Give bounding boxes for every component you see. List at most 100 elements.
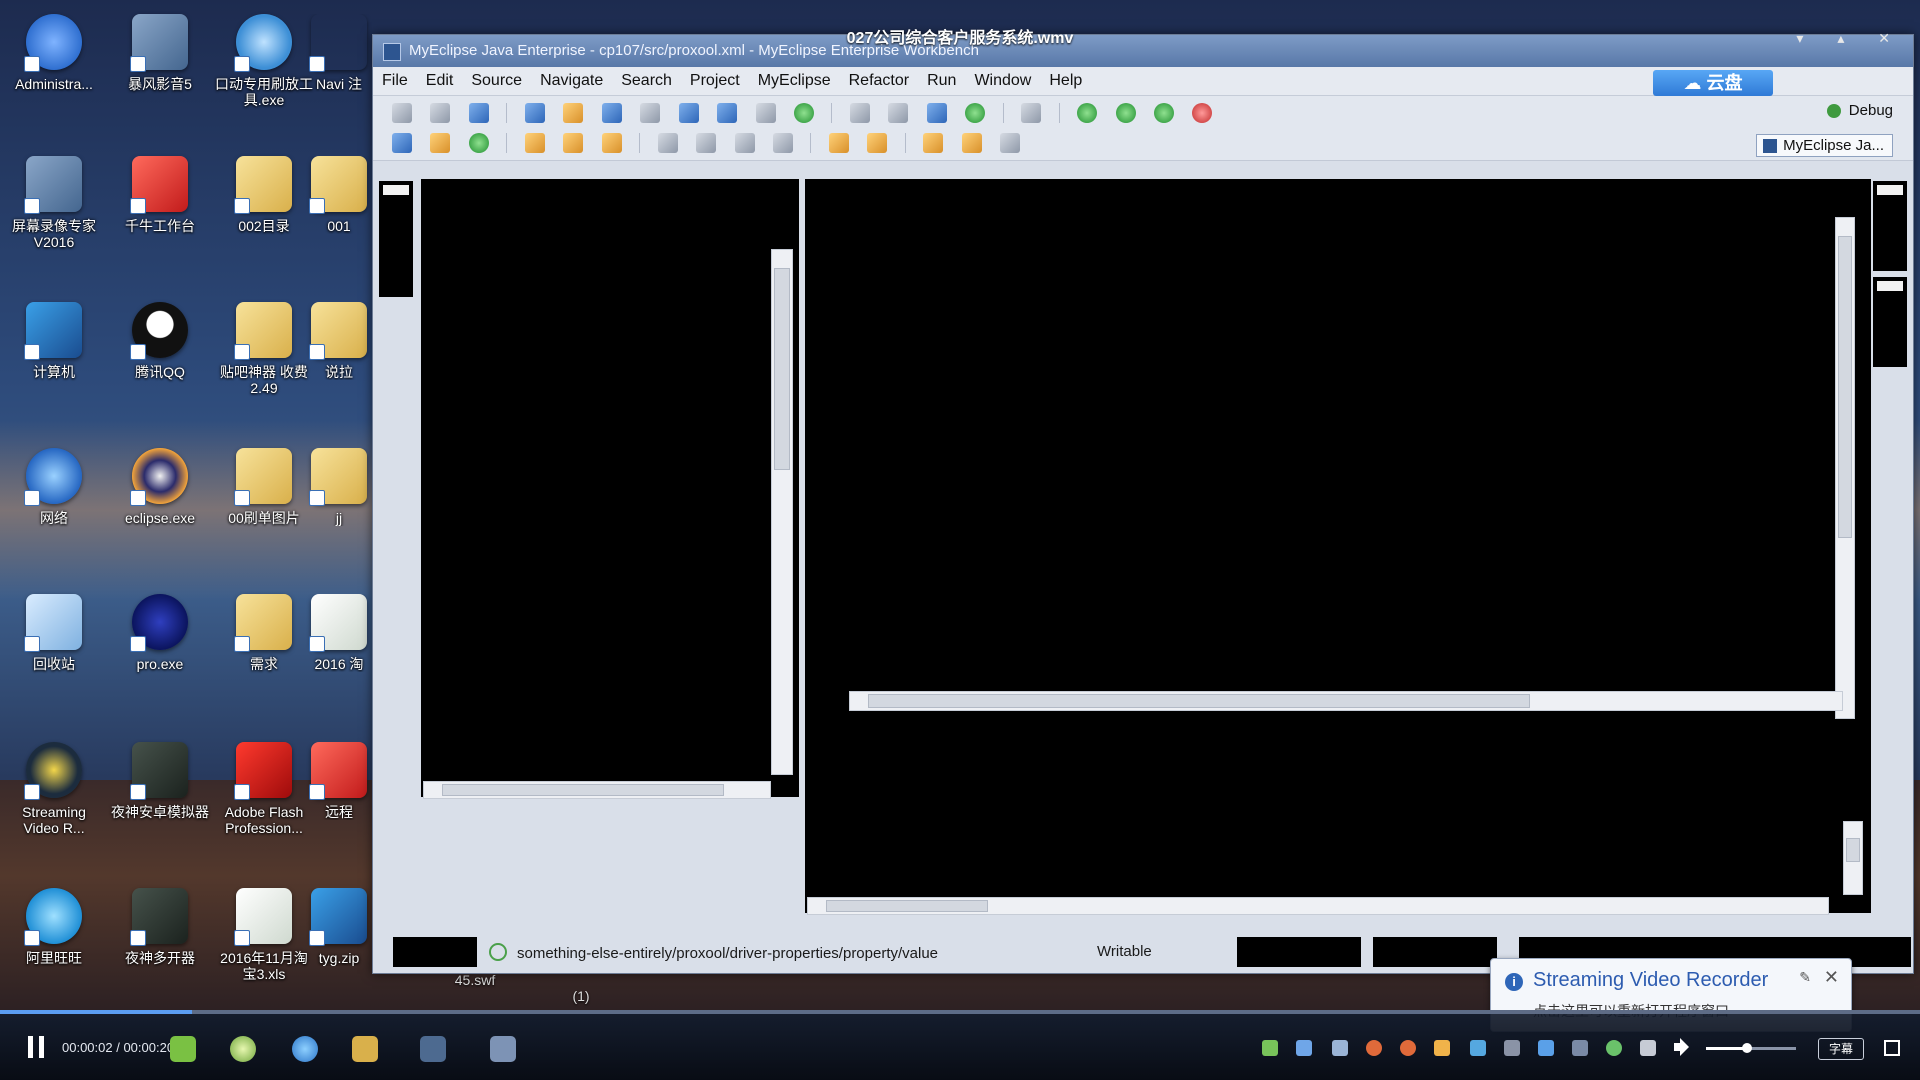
- next-annotation-icon[interactable]: [828, 133, 849, 153]
- scroll-thumb[interactable]: [868, 694, 1530, 708]
- editor-vertical-scrollbar[interactable]: [1835, 217, 1855, 719]
- fullscreen-icon[interactable]: [1884, 1040, 1900, 1056]
- desktop-icon[interactable]: 002目录: [214, 156, 314, 234]
- volume-knob[interactable]: [1741, 1043, 1752, 1053]
- tray-icon[interactable]: [1296, 1040, 1312, 1056]
- desktop-icon[interactable]: 贴吧神器 收费2.49: [214, 302, 314, 396]
- web-service-icon[interactable]: [755, 103, 776, 123]
- editor-horizontal-scrollbar[interactable]: [849, 691, 1843, 711]
- desktop-icon[interactable]: 腾讯QQ: [110, 302, 210, 380]
- link-icon[interactable]: [849, 103, 870, 123]
- deploy-icon[interactable]: [640, 103, 661, 123]
- maximize-icon[interactable]: ▴: [1837, 30, 1844, 46]
- desktop-icon[interactable]: pro.exe: [110, 594, 210, 672]
- new-bean-icon[interactable]: [601, 103, 622, 123]
- pin-icon[interactable]: ✎: [1799, 969, 1811, 986]
- desktop-icon[interactable]: Streaming Video R...: [4, 742, 104, 836]
- desktop-icon[interactable]: 阿里旺旺: [4, 888, 104, 966]
- comment-icon[interactable]: [696, 133, 717, 153]
- package-explorer-pane[interactable]: [421, 179, 799, 797]
- scroll-thumb[interactable]: [1846, 838, 1860, 862]
- close-icon[interactable]: ✕: [1824, 967, 1839, 988]
- db-explorer-icon[interactable]: [926, 103, 947, 123]
- taskbar-app-icon[interactable]: [230, 1036, 256, 1062]
- run-icon[interactable]: [1115, 103, 1136, 123]
- menu-run[interactable]: Run: [918, 67, 965, 95]
- cloud-drive-button[interactable]: ☁ 云盘: [1653, 70, 1773, 96]
- desktop-icon[interactable]: 需求: [214, 594, 314, 672]
- menu-search[interactable]: Search: [612, 67, 681, 95]
- minimized-view[interactable]: [1873, 277, 1907, 367]
- new-icon[interactable]: [392, 103, 412, 123]
- tray-icon[interactable]: [1262, 1040, 1278, 1056]
- debug-icon[interactable]: [1077, 103, 1098, 123]
- tray-icon[interactable]: [1538, 1040, 1554, 1056]
- console-pane[interactable]: [805, 749, 1871, 913]
- desktop-icon[interactable]: 计算机: [4, 302, 104, 380]
- desktop-icon[interactable]: 远程: [306, 742, 372, 820]
- forward-icon[interactable]: [1000, 133, 1021, 153]
- tray-icon[interactable]: [1366, 1040, 1382, 1056]
- tray-icon[interactable]: [1434, 1040, 1450, 1056]
- tray-icon[interactable]: [1504, 1040, 1520, 1056]
- scroll-thumb[interactable]: [826, 900, 988, 912]
- server-icon[interactable]: [678, 103, 699, 123]
- minimized-view[interactable]: [379, 181, 413, 297]
- tray-shield-icon[interactable]: [1332, 1040, 1348, 1056]
- desktop-icon[interactable]: 千牛工作台: [110, 156, 210, 234]
- previous-annotation-icon[interactable]: [867, 133, 888, 153]
- volume-slider[interactable]: [1706, 1043, 1796, 1053]
- close-icon[interactable]: ✕: [1878, 30, 1890, 46]
- desktop-icon[interactable]: 2016 淘: [306, 594, 372, 672]
- refresh-icon[interactable]: [888, 103, 909, 123]
- volume-icon[interactable]: [1674, 1038, 1692, 1056]
- open-folder-icon[interactable]: [524, 133, 545, 153]
- editor-pane[interactable]: [805, 179, 1871, 777]
- scroll-thumb[interactable]: [442, 784, 724, 796]
- scroll-thumb[interactable]: [774, 268, 790, 470]
- subtitle-button[interactable]: 字幕: [1818, 1038, 1864, 1060]
- collapse-icon[interactable]: [772, 133, 793, 153]
- tray-network-icon[interactable]: [1640, 1040, 1656, 1056]
- menu-file[interactable]: File: [373, 67, 417, 95]
- explorer-horizontal-scrollbar[interactable]: [423, 781, 771, 799]
- new-ejb-icon[interactable]: [563, 103, 584, 123]
- taskbar-explorer-icon[interactable]: [352, 1036, 378, 1062]
- menu-source[interactable]: Source: [462, 67, 531, 95]
- menu-myeclipse[interactable]: MyEclipse: [749, 67, 840, 95]
- menu-help[interactable]: Help: [1040, 67, 1091, 95]
- console-vertical-scrollbar[interactable]: [1843, 821, 1863, 895]
- menu-edit[interactable]: Edit: [417, 67, 463, 95]
- run-external-icon[interactable]: [1153, 103, 1174, 123]
- menu-project[interactable]: Project: [681, 67, 749, 95]
- browser-icon[interactable]: [965, 103, 986, 123]
- last-edit-icon[interactable]: [961, 133, 982, 153]
- desktop-icon[interactable]: jj: [306, 448, 372, 526]
- console-icon[interactable]: [1021, 103, 1042, 123]
- menu-navigate[interactable]: Navigate: [531, 67, 612, 95]
- taskbar-browser-icon[interactable]: [292, 1036, 318, 1062]
- pencil-icon[interactable]: [563, 133, 584, 153]
- menu-window[interactable]: Window: [965, 67, 1040, 95]
- minimized-view[interactable]: [1873, 181, 1907, 271]
- perspective-debug[interactable]: Debug: [1826, 102, 1893, 119]
- open-type-icon[interactable]: [717, 103, 738, 123]
- new-web-project-icon[interactable]: [524, 103, 545, 123]
- desktop-icon[interactable]: Adobe Flash Profession...: [214, 742, 314, 836]
- desktop-icon[interactable]: 网络: [4, 448, 104, 526]
- desktop-icon[interactable]: 屏幕录像专家V2016: [4, 156, 104, 250]
- desktop-icon[interactable]: 00刷单图片: [214, 448, 314, 526]
- sync-icon[interactable]: [468, 133, 489, 153]
- stop-server-icon[interactable]: [1192, 103, 1213, 123]
- taskbar-app-icon[interactable]: [490, 1036, 516, 1062]
- pause-icon[interactable]: [28, 1036, 46, 1058]
- scroll-thumb[interactable]: [1838, 236, 1852, 538]
- tray-icon[interactable]: [1572, 1040, 1588, 1056]
- desktop-icon[interactable]: eclipse.exe: [110, 448, 210, 526]
- tray-icon[interactable]: [1400, 1040, 1416, 1056]
- desktop-icon[interactable]: 回收站: [4, 594, 104, 672]
- tray-icon[interactable]: [1470, 1040, 1486, 1056]
- minimized-view-stack-left[interactable]: [379, 181, 413, 781]
- save-icon[interactable]: [430, 103, 451, 123]
- desktop-icon[interactable]: tyg.zip: [306, 888, 372, 966]
